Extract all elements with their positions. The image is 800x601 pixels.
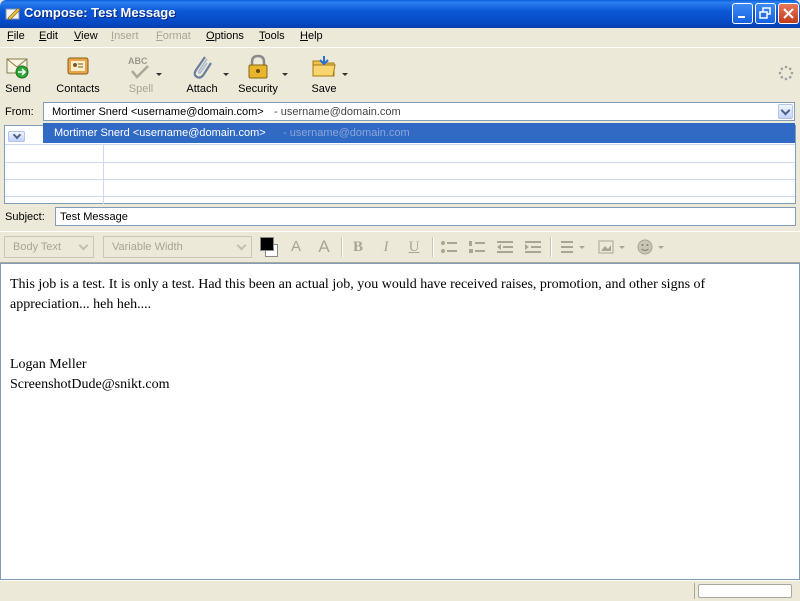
bold-icon[interactable]: B — [348, 238, 368, 256]
from-dropdown-option[interactable]: Mortimer Snerd <username@domain.com> - u… — [43, 123, 795, 143]
menu-edit[interactable]: Edit — [39, 30, 58, 42]
close-icon — [783, 8, 794, 19]
save-button[interactable]: Save — [306, 51, 348, 97]
menu-file[interactable]: File — [7, 30, 25, 42]
window-title: Compose: Test Message — [24, 5, 176, 20]
security-label: Security — [238, 83, 278, 95]
recipient-row-divider — [5, 196, 795, 197]
font-value: Variable Width — [112, 241, 183, 253]
restore-icon — [759, 7, 771, 19]
dropdown-option-account: - username@domain.com — [283, 127, 410, 139]
contacts-label: Contacts — [56, 83, 100, 95]
paragraph-style-select[interactable]: Body Text — [4, 236, 94, 258]
from-account: - username@domain.com — [274, 106, 401, 118]
recipient-row-divider — [5, 162, 795, 163]
font-select[interactable]: Variable Width — [103, 236, 252, 258]
subject-label: Subject: — [5, 211, 45, 223]
toolbar-separator — [550, 237, 552, 257]
menu-bar: File Edit View Insert Format Options Too… — [0, 28, 800, 47]
contacts-button[interactable]: Contacts — [54, 51, 102, 97]
insert-image-icon[interactable] — [598, 240, 626, 254]
spell-label: Spell — [128, 83, 154, 95]
toolbar-separator — [341, 237, 343, 257]
spell-dropdown-arrow[interactable] — [156, 73, 162, 76]
larger-font-icon[interactable]: A — [314, 238, 334, 256]
status-progress-panel — [698, 584, 792, 598]
dropdown-option-identity: Mortimer Snerd <username@domain.com> — [54, 127, 266, 139]
signature-email: ScreenshotDude@snikt.com — [10, 377, 170, 392]
chevron-down-icon — [77, 239, 91, 255]
security-dropdown-arrow[interactable] — [282, 73, 288, 76]
text-color-picker[interactable] — [258, 236, 278, 257]
lock-icon — [248, 54, 268, 79]
recipient-type-dropdown[interactable] — [8, 131, 25, 142]
close-button[interactable] — [778, 3, 799, 24]
align-icon[interactable] — [560, 240, 586, 254]
title-bar[interactable]: Compose: Test Message — [0, 0, 800, 28]
paperclip-icon — [193, 56, 212, 79]
numbered-list-icon[interactable] — [468, 240, 486, 254]
body-line: appreciation... heh heh.... — [10, 297, 152, 312]
menu-view[interactable]: View — [74, 30, 98, 42]
attach-dropdown-arrow[interactable] — [223, 73, 229, 76]
recipient-row-divider — [5, 179, 795, 180]
save-label: Save — [311, 83, 337, 95]
from-identity: Mortimer Snerd <username@domain.com> — [52, 106, 264, 118]
status-bar — [0, 580, 800, 601]
chevron-down-icon — [235, 239, 249, 255]
chevron-down-icon[interactable] — [778, 104, 793, 119]
signature-name: Logan Meller — [10, 357, 87, 372]
subject-input[interactable] — [55, 207, 796, 226]
menu-insert[interactable]: Insert — [111, 30, 139, 42]
italic-icon[interactable]: I — [376, 238, 396, 256]
folder-icon — [312, 56, 336, 77]
compose-app-icon — [5, 7, 21, 21]
indent-icon[interactable] — [524, 240, 542, 254]
svg-text:ABC: ABC — [128, 56, 148, 66]
send-button[interactable]: Send — [2, 51, 34, 97]
outdent-icon[interactable] — [496, 240, 514, 254]
maximize-button[interactable] — [755, 3, 776, 24]
recipient-column-divider — [103, 144, 104, 204]
body-line: This job is a test. It is only a test. H… — [10, 277, 706, 292]
minimize-icon — [738, 16, 745, 18]
minimize-button[interactable] — [732, 3, 753, 24]
main-toolbar: Send Contacts ABC Spell Attach Security … — [0, 47, 800, 101]
smaller-font-icon[interactable]: A — [286, 238, 306, 256]
menu-help[interactable]: Help — [300, 30, 323, 42]
spell-button[interactable]: ABC Spell — [122, 51, 162, 97]
from-select[interactable]: Mortimer Snerd <username@domain.com> - u… — [43, 102, 795, 121]
send-icon — [6, 58, 29, 79]
underline-icon[interactable]: U — [404, 238, 424, 256]
paragraph-style-value: Body Text — [13, 241, 62, 253]
recipient-row-divider — [5, 144, 795, 145]
format-toolbar: Body Text Variable Width A A B I U — [0, 231, 800, 263]
bullet-list-icon[interactable] — [440, 240, 458, 254]
security-button[interactable]: Security — [236, 51, 288, 97]
menu-options[interactable]: Options — [206, 30, 244, 42]
send-label: Send — [5, 83, 31, 95]
attach-label: Attach — [186, 83, 218, 95]
throbber-icon — [778, 65, 794, 81]
save-dropdown-arrow[interactable] — [342, 73, 348, 76]
address-area: From: Mortimer Snerd <username@domain.co… — [0, 100, 800, 205]
menu-tools[interactable]: Tools — [259, 30, 285, 42]
spellcheck-icon: ABC — [128, 56, 149, 79]
text-color-swatch[interactable] — [260, 237, 274, 251]
menu-format[interactable]: Format — [156, 30, 191, 42]
contacts-icon — [67, 57, 89, 75]
smiley-icon[interactable] — [636, 238, 666, 256]
toolbar-separator — [432, 237, 434, 257]
message-body[interactable]: This job is a test. It is only a test. H… — [0, 263, 800, 580]
from-label: From: — [5, 106, 34, 118]
attach-button[interactable]: Attach — [184, 51, 229, 97]
status-divider — [694, 583, 695, 599]
